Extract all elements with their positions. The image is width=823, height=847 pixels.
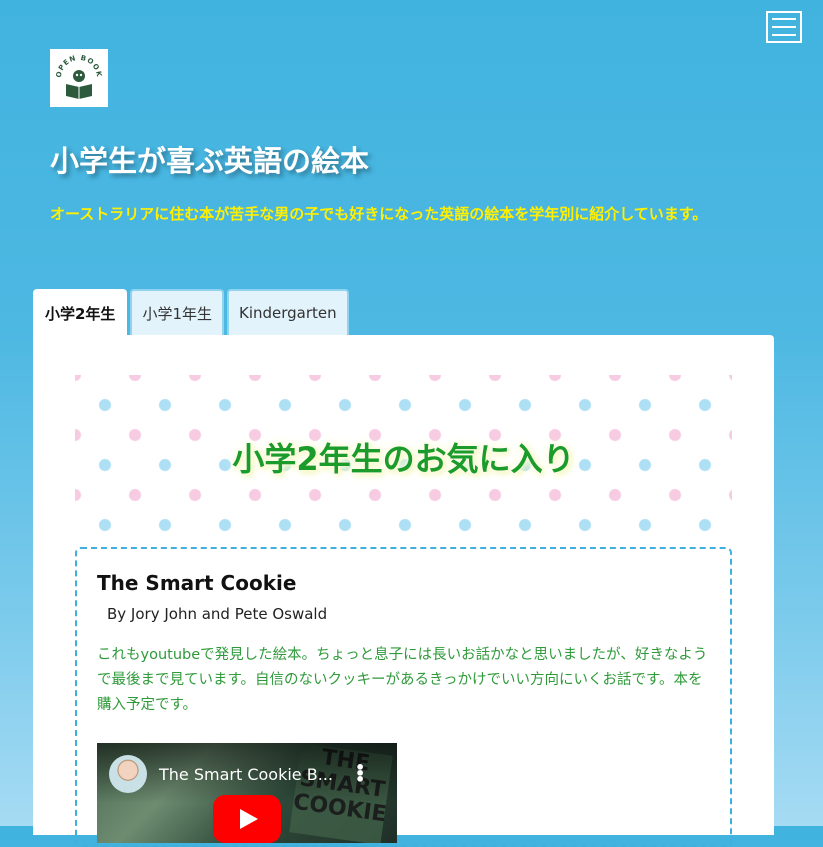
book-card: The Smart Cookie By Jory John and Pete O…	[75, 547, 732, 847]
tab-grade-1[interactable]: 小学1年生	[130, 289, 224, 335]
youtube-play-icon[interactable]	[213, 795, 281, 843]
hamburger-icon-line	[772, 26, 796, 28]
youtube-video-embed[interactable]: THE SMART COOKIE The Smart Cookie B... •…	[97, 743, 397, 843]
hamburger-icon-line	[772, 18, 796, 20]
polka-dot-banner: 小学2年生のお気に入り	[75, 375, 732, 538]
hamburger-menu-button[interactable]	[766, 11, 802, 43]
tab-kindergarten[interactable]: Kindergarten	[226, 289, 349, 335]
channel-avatar[interactable]	[109, 755, 147, 793]
tab-grade-2[interactable]: 小学2年生	[33, 289, 128, 335]
more-vertical-icon[interactable]: • • •	[355, 760, 365, 788]
tab-panel: 小学2年生のお気に入り The Smart Cookie By Jory Joh…	[33, 335, 774, 847]
section-heading: 小学2年生のお気に入り	[232, 439, 575, 478]
site-description: オーストラリアに住む本が苦手な男の子でも好きになった英語の絵本を学年別に紹介して…	[50, 205, 708, 223]
grade-tabs: 小学2年生 小学1年生 Kindergarten	[33, 289, 349, 335]
site-title[interactable]: 小学生が喜ぶ英語の絵本	[50, 138, 369, 180]
site-logo[interactable]: OPEN BOOK	[50, 49, 108, 107]
book-authors: By Jory John and Pete Oswald	[107, 605, 328, 623]
book-description: これもyoutubeで発見した絵本。ちょっと息子には長いお話かなと思いましたが、…	[97, 647, 708, 713]
open-book-logo-icon: OPEN BOOK	[55, 54, 102, 99]
book-title: The Smart Cookie	[97, 571, 297, 595]
hamburger-icon-line	[772, 34, 796, 36]
video-title[interactable]: The Smart Cookie B...	[159, 765, 333, 784]
